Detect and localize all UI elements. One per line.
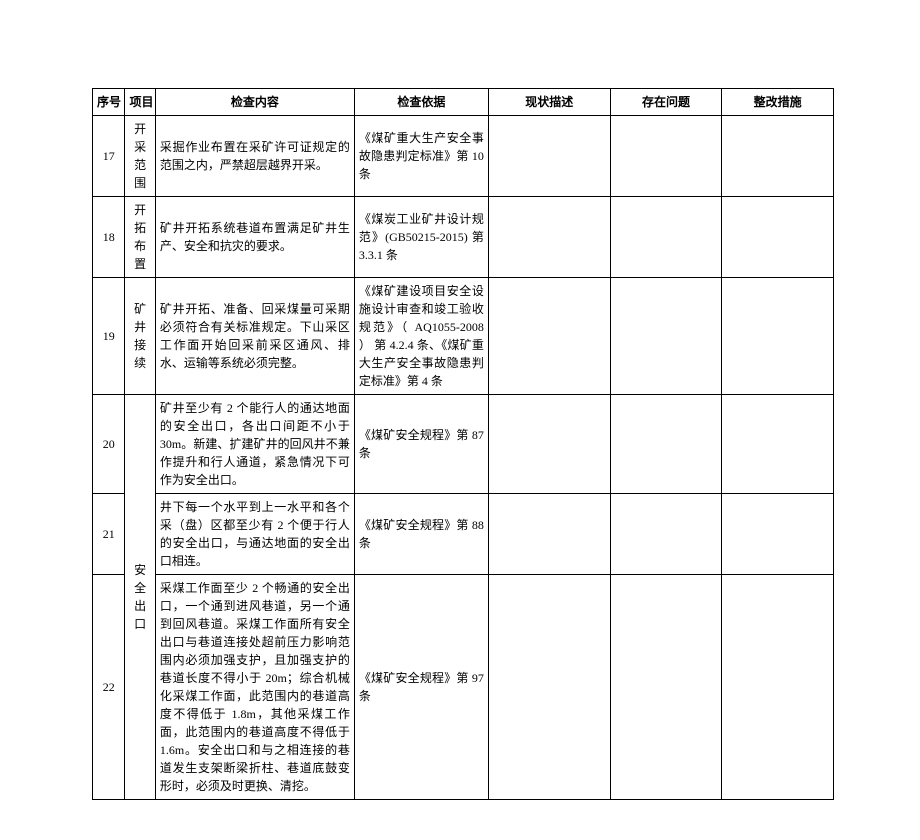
cell-desc — [488, 278, 610, 395]
cell-desc — [488, 575, 610, 800]
cell-basis: 《煤炭工业矿井设计规范》(GB50215-2015) 第 3.3.1 条 — [354, 197, 488, 278]
cell-num: 17 — [93, 116, 125, 197]
header-desc: 现状描述 — [488, 89, 610, 116]
cell-item: 开采范围 — [125, 116, 155, 197]
table-row: 22 采煤工作面至少 2 个畅通的安全出口，一个通到进风巷道，另一个通到回风巷道… — [93, 575, 834, 800]
cell-num: 18 — [93, 197, 125, 278]
cell-basis: 《煤矿安全规程》第 97 条 — [354, 575, 488, 800]
cell-prob — [610, 116, 722, 197]
inspection-table: 序号 项目 检查内容 检查依据 现状描述 存在问题 整改措施 17 开采范围 采… — [92, 88, 834, 800]
cell-desc — [488, 197, 610, 278]
header-prob: 存在问题 — [610, 89, 722, 116]
header-basis: 检查依据 — [354, 89, 488, 116]
table-row: 18 开拓布置 矿井开拓系统巷道布置满足矿井生产、安全和抗灾的要求。 《煤炭工业… — [93, 197, 834, 278]
cell-basis: 《煤矿建设项目安全设施设计审查和竣工验收规范》（ AQ1055-2008 ） 第… — [354, 278, 488, 395]
cell-prob — [610, 494, 722, 575]
header-fix: 整改措施 — [722, 89, 834, 116]
cell-desc — [488, 116, 610, 197]
cell-check: 采掘作业布置在采矿许可证规定的范围之内，严禁超层越界开采。 — [155, 116, 354, 197]
cell-basis: 《煤矿重大生产安全事故隐患判定标准》第 10 条 — [354, 116, 488, 197]
cell-fix — [722, 575, 834, 800]
header-num: 序号 — [93, 89, 125, 116]
table-header-row: 序号 项目 检查内容 检查依据 现状描述 存在问题 整改措施 — [93, 89, 834, 116]
cell-item: 开拓布置 — [125, 197, 155, 278]
cell-item-safety-exit: 安全出口 — [125, 395, 155, 800]
cell-check: 矿井至少有 2 个能行人的通达地面的安全出口，各出口间距不小于 30m。新建、扩… — [155, 395, 354, 494]
cell-num: 19 — [93, 278, 125, 395]
cell-check: 矿井开拓、准备、回采煤量可采期必须符合有关标准规定。下山采区工作面开始回采前采区… — [155, 278, 354, 395]
cell-basis: 《煤矿安全规程》第 87 条 — [354, 395, 488, 494]
cell-check: 井下每一个水平到上一水平和各个采（盘）区都至少有 2 个便于行人的安全出口，与通… — [155, 494, 354, 575]
table-row: 19 矿井接续 矿井开拓、准备、回采煤量可采期必须符合有关标准规定。下山采区工作… — [93, 278, 834, 395]
cell-fix — [722, 494, 834, 575]
cell-num: 20 — [93, 395, 125, 494]
cell-prob — [610, 197, 722, 278]
cell-prob — [610, 395, 722, 494]
header-item: 项目 — [125, 89, 155, 116]
cell-prob — [610, 278, 722, 395]
table-row: 20 安全出口 矿井至少有 2 个能行人的通达地面的安全出口，各出口间距不小于 … — [93, 395, 834, 494]
cell-desc — [488, 395, 610, 494]
cell-prob — [610, 575, 722, 800]
header-check: 检查内容 — [155, 89, 354, 116]
cell-num: 22 — [93, 575, 125, 800]
table-row: 17 开采范围 采掘作业布置在采矿许可证规定的范围之内，严禁超层越界开采。 《煤… — [93, 116, 834, 197]
cell-check: 矿井开拓系统巷道布置满足矿井生产、安全和抗灾的要求。 — [155, 197, 354, 278]
cell-basis: 《煤矿安全规程》第 88 条 — [354, 494, 488, 575]
cell-desc — [488, 494, 610, 575]
cell-item: 矿井接续 — [125, 278, 155, 395]
cell-fix — [722, 197, 834, 278]
table-row: 21 井下每一个水平到上一水平和各个采（盘）区都至少有 2 个便于行人的安全出口… — [93, 494, 834, 575]
cell-fix — [722, 278, 834, 395]
cell-check: 采煤工作面至少 2 个畅通的安全出口，一个通到进风巷道，另一个通到回风巷道。采煤… — [155, 575, 354, 800]
cell-fix — [722, 395, 834, 494]
cell-fix — [722, 116, 834, 197]
cell-num: 21 — [93, 494, 125, 575]
